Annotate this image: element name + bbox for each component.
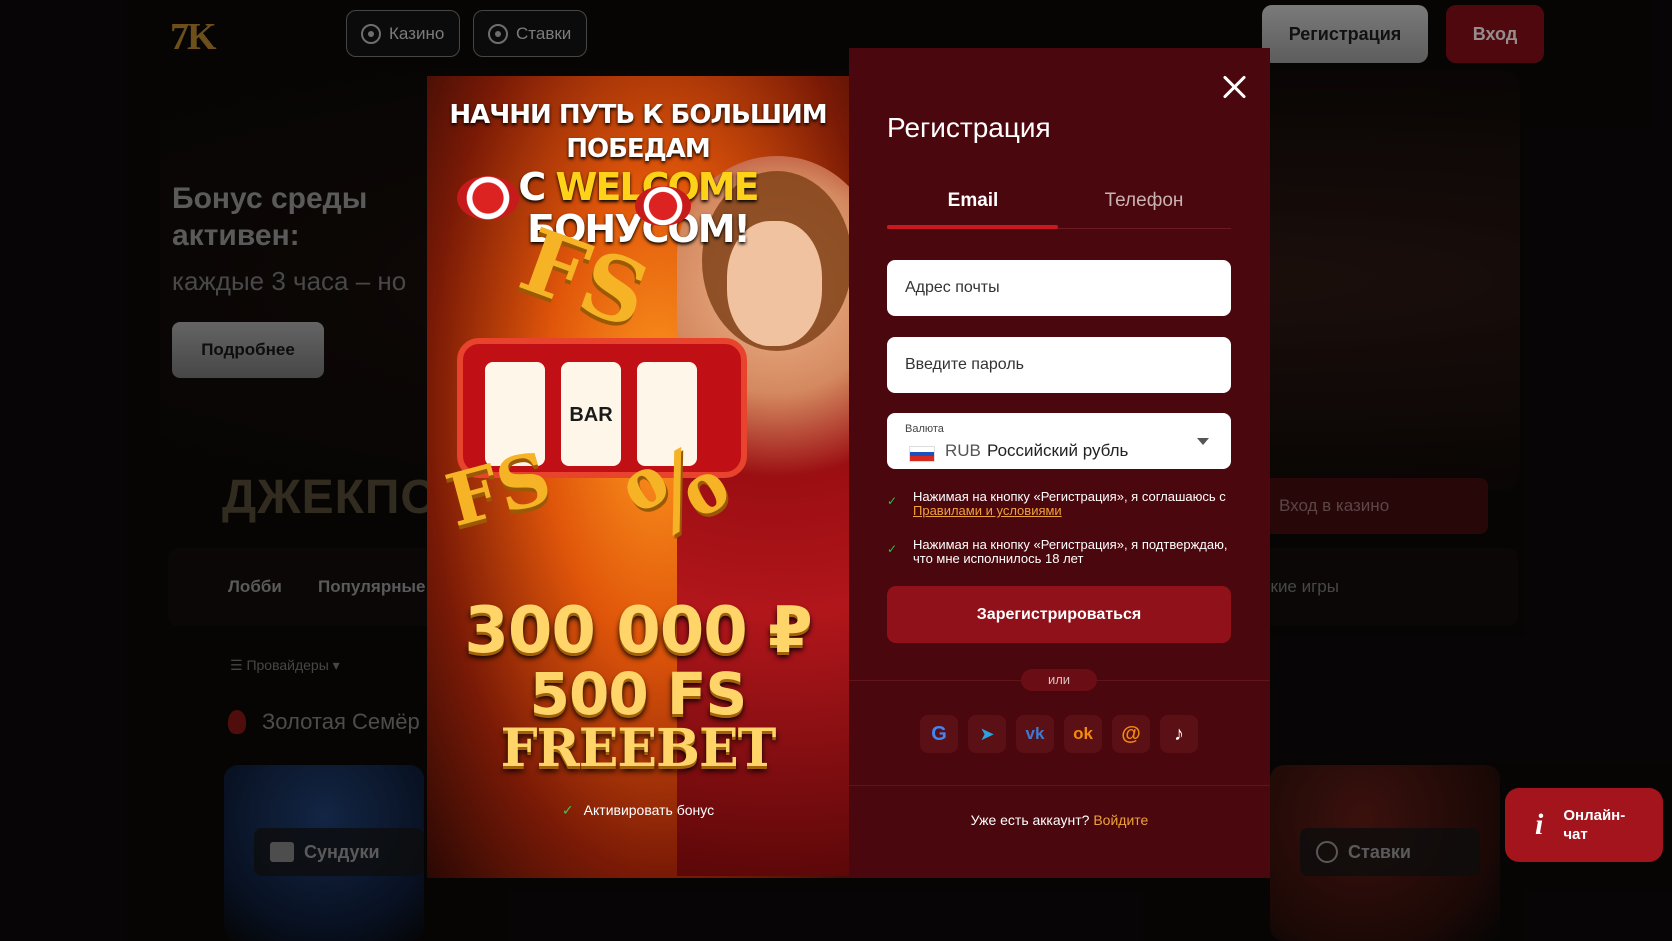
terms-consent-text: Нажимая на кнопку «Регистрация», я согла… (913, 490, 1231, 518)
chevron-down-icon (1197, 438, 1209, 445)
telegram-icon[interactable]: ➤ (968, 715, 1006, 753)
close-icon[interactable] (1221, 74, 1247, 100)
footer-divider (849, 785, 1270, 786)
promo-headline: НАЧНИ ПУТЬ К БОЛЬШИМ ПОБЕДАМ С WELCOME Б… (427, 98, 849, 250)
check-icon: ✓ (561, 802, 574, 818)
online-chat-label: Онлайн-чат (1563, 807, 1626, 843)
active-tab-indicator (887, 225, 1058, 229)
russia-flag-icon (909, 446, 935, 462)
mail-at-icon[interactable]: @ (1112, 715, 1150, 753)
terms-consent-body: Нажимая на кнопку «Регистрация», я согла… (913, 489, 1226, 504)
ok-glyph: ok (1073, 724, 1093, 743)
info-icon: i (1535, 808, 1544, 841)
tab-phone[interactable]: Телефон (1058, 190, 1230, 212)
activate-bonus-toggle[interactable]: ✓ Активировать бонус (427, 802, 849, 819)
promo-headline-line1: НАЧНИ ПУТЬ К БОЛЬШИМ ПОБЕДАМ (449, 100, 827, 164)
check-icon: ✓ (887, 494, 898, 508)
currency-label: Валюта (905, 423, 944, 435)
or-label: или (1021, 669, 1097, 691)
tiktok-glyph: ♪ (1174, 722, 1184, 745)
password-field[interactable] (887, 337, 1231, 393)
terms-link[interactable]: Правилами и условиями (913, 503, 1062, 518)
casino-chip-decor (635, 186, 691, 226)
google-glyph: G (931, 722, 947, 745)
vk-glyph: vk (1025, 724, 1045, 743)
fs-decor: FS (437, 434, 560, 543)
google-icon[interactable]: G (920, 715, 958, 753)
vk-icon[interactable]: vk (1016, 715, 1054, 753)
registration-title: Регистрация (887, 112, 1051, 143)
bonus-freebet: FREEBET (500, 718, 777, 779)
currency-select[interactable]: Валюта RUB Российский рубль (887, 413, 1231, 469)
bonus-amount: 300 000 ₽ (464, 594, 812, 668)
age-consent-text: Нажимая на кнопку «Регистрация», я подтв… (913, 537, 1228, 566)
odnoklassniki-icon[interactable]: ok (1064, 715, 1102, 753)
currency-code: RUB (945, 441, 981, 460)
welcome-bonus-banner: НАЧНИ ПУТЬ К БОЛЬШИМ ПОБЕДАМ С WELCOME Б… (427, 76, 849, 878)
login-link[interactable]: Войдите (1093, 812, 1148, 828)
activate-bonus-label: Активировать бонус (583, 802, 715, 818)
mail-glyph: @ (1121, 722, 1141, 745)
register-submit-button[interactable]: Зарегистрироваться (887, 586, 1231, 643)
promo-prefix: С (518, 165, 546, 209)
tab-email[interactable]: Email (887, 190, 1059, 212)
check-icon: ✓ (887, 542, 898, 556)
tiktok-icon[interactable]: ♪ (1160, 715, 1198, 753)
have-account-row: Уже есть аккаунт? Войдите (849, 812, 1270, 828)
have-account-text: Уже есть аккаунт? (970, 812, 1090, 828)
email-field[interactable] (887, 260, 1231, 316)
telegram-glyph: ➤ (979, 723, 995, 744)
casino-chip-decor (457, 176, 519, 220)
terms-consent-checkbox[interactable]: ✓ Нажимая на кнопку «Регистрация», я сог… (887, 490, 1231, 518)
age-consent-checkbox[interactable]: ✓ Нажимая на кнопку «Регистрация», я под… (887, 538, 1231, 566)
currency-name: Российский рубль (987, 441, 1129, 460)
online-chat-button[interactable]: i Онлайн-чат (1505, 788, 1663, 862)
slot-bar-symbol: BAR (569, 404, 613, 426)
